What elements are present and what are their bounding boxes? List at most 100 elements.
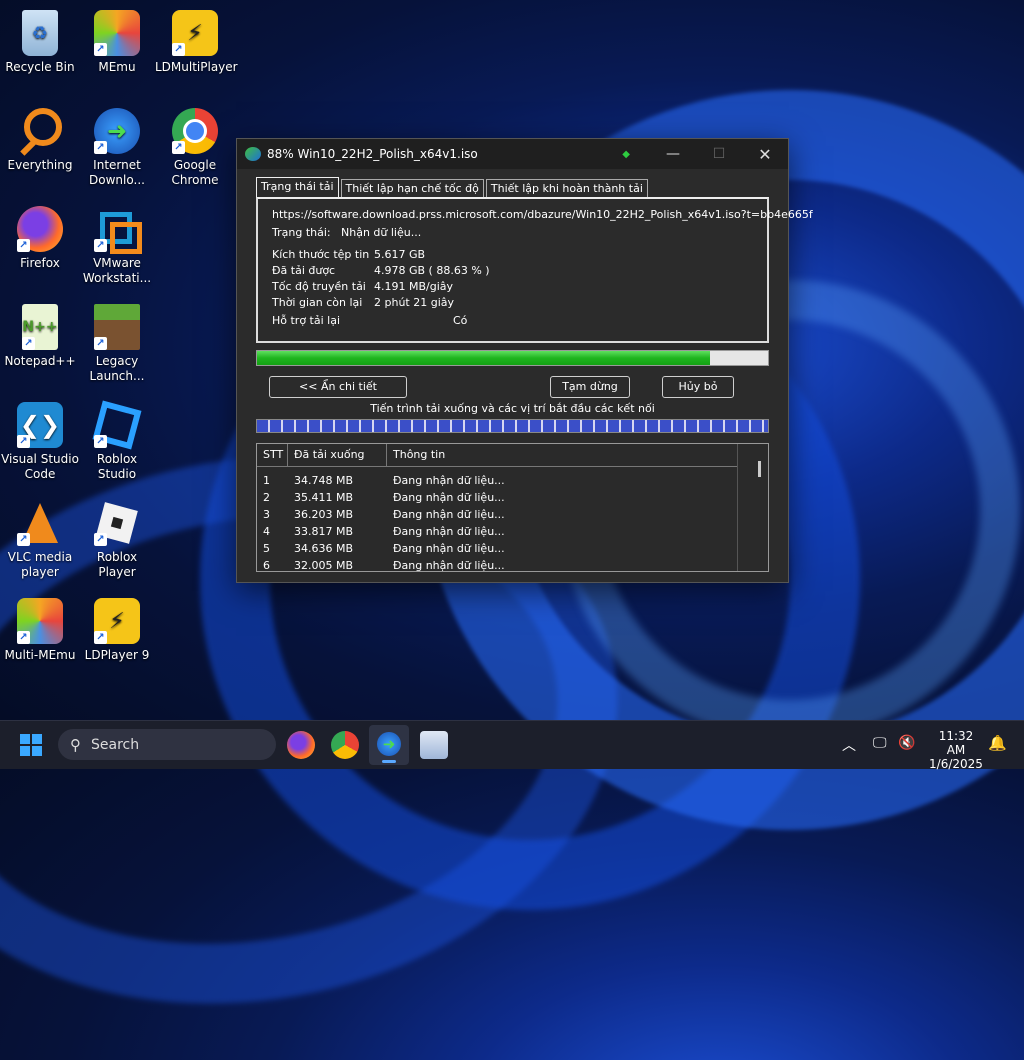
vlc-cone-icon: ↗ <box>17 500 63 546</box>
shortcut-arrow-icon: ↗ <box>17 533 30 546</box>
list-scrollbar[interactable] <box>737 444 768 571</box>
tab-bar: Trạng thái tải Thiết lập hạn chế tốc độ … <box>256 177 650 198</box>
windows-logo-icon <box>32 746 42 756</box>
shortcut-arrow-icon: ↗ <box>17 631 30 644</box>
row-info: Đang nhận dữ liệu... <box>393 474 505 487</box>
desktop-icon-label: Roblox Player <box>96 550 138 579</box>
pause-button[interactable]: Tạm dừng <box>550 376 630 398</box>
minimize-button[interactable]: — <box>650 139 696 169</box>
search-icon: ⚲ <box>70 735 81 754</box>
desktop-icon-label: MEmu <box>98 60 136 74</box>
desktop-icon-multi-memu[interactable]: ↗ Multi-MEmu <box>0 592 80 663</box>
clock-time: 11:32 AM <box>938 729 974 757</box>
shortcut-arrow-icon: ↗ <box>94 141 107 154</box>
desktop-icon-legacy-launcher[interactable]: ↗ Legacy Launch... <box>77 298 157 384</box>
recycle-bin-icon: ♻ <box>22 10 58 56</box>
window-titlebar[interactable]: 88% Win10_22H2_Polish_x64v1.iso ◆ — ☐ ✕ <box>237 139 788 169</box>
scrollbar-thumb[interactable] <box>758 461 761 477</box>
row-index: 3 <box>263 508 270 521</box>
desktop-icon-internet-download-manager[interactable]: ➜ ↗ Internet Downlo... <box>77 102 157 188</box>
ldmultiplayer-icon: ⚡ ↗ <box>172 10 218 56</box>
hide-details-button[interactable]: << Ẩn chi tiết <box>269 376 407 398</box>
shortcut-arrow-icon: ↗ <box>22 337 35 350</box>
desktop-icon-vlc[interactable]: ↗ VLC media player <box>0 494 80 580</box>
shortcut-arrow-icon: ↗ <box>17 239 30 252</box>
tab-speed-limit[interactable]: Thiết lập hạn chế tốc độ <box>340 179 484 198</box>
file-size-label: Kích thước tệp tin <box>272 248 370 261</box>
transfer-rate-value: 4.191 MB/giây <box>374 280 454 293</box>
shortcut-arrow-icon: ↗ <box>172 141 185 154</box>
desktop-icon-label: Notepad++ <box>4 354 76 368</box>
column-header-downloaded[interactable]: Đã tải xuống <box>288 444 387 466</box>
desktop-icon-roblox-studio[interactable]: ↗ Roblox Studio <box>77 396 157 482</box>
desktop-icon-label: LDMultiPlayer <box>155 60 238 74</box>
start-button[interactable] <box>20 734 42 756</box>
desktop-icon-vmware[interactable]: ↗ VMware Workstati... <box>77 200 157 286</box>
desktop-icon-label: Everything <box>7 158 73 172</box>
desktop-icon-label: Recycle Bin <box>5 60 75 74</box>
row-index: 2 <box>263 491 270 504</box>
desktop-icon-label: Google Chrome <box>171 158 219 187</box>
roblox-studio-icon: ↗ <box>92 400 142 450</box>
list-item[interactable]: 2 35.411 MB Đang nhận dữ liệu... <box>257 489 768 506</box>
idm-app-icon <box>245 147 261 161</box>
desktop-icon-memu[interactable]: ↗ MEmu <box>77 4 157 75</box>
list-item[interactable]: 6 32.005 MB Đang nhận dữ liệu... <box>257 557 768 571</box>
taskbar-idm-button[interactable]: ➜ <box>369 725 409 765</box>
taskbar-chrome-icon[interactable] <box>331 731 359 759</box>
column-header-index[interactable]: STT <box>257 444 288 466</box>
maximize-button[interactable]: ☐ <box>696 139 742 169</box>
desktop-icon-recycle-bin[interactable]: ♻ Recycle Bin <box>0 4 80 75</box>
idm-icon: ➜ ↗ <box>94 108 140 154</box>
list-item[interactable]: 4 33.817 MB Đang nhận dữ liệu... <box>257 523 768 540</box>
desktop-icon-notepad-plus-plus[interactable]: N++ ↗ Notepad++ <box>0 298 80 369</box>
desktop-icon-label: VLC media player <box>7 550 73 579</box>
cancel-button[interactable]: Hủy bỏ <box>662 376 734 398</box>
tab-on-completion[interactable]: Thiết lập khi hoàn thành tải <box>485 179 648 198</box>
shortcut-arrow-icon: ↗ <box>94 43 107 56</box>
taskbar-app-icon[interactable] <box>420 731 448 759</box>
vscode-icon: ❮❯ ↗ <box>17 402 63 448</box>
row-downloaded: 36.203 MB <box>294 508 354 521</box>
desktop-icon-google-chrome[interactable]: ↗ Google Chrome <box>155 102 235 188</box>
time-left-label: Thời gian còn lại <box>272 296 363 309</box>
windows-logo-icon <box>20 734 30 744</box>
download-progress-bar <box>256 350 769 366</box>
desktop-icon-ldplayer-9[interactable]: ⚡ ↗ LDPlayer 9 <box>77 592 157 663</box>
tab-download-status[interactable]: Trạng thái tải <box>256 177 339 198</box>
downloaded-label: Đã tải được <box>272 264 336 277</box>
row-downloaded: 34.748 MB <box>294 474 354 487</box>
idm-icon: ➜ <box>377 732 401 756</box>
connections-list[interactable]: STT Đã tải xuống Thông tin 1 34.748 MB Đ… <box>256 443 769 572</box>
desktop-icon-firefox[interactable]: ↗ Firefox <box>0 200 80 271</box>
windows-logo-icon <box>32 734 42 744</box>
desktop-icon-ldmultiplayer[interactable]: ⚡ ↗ LDMultiPlayer <box>155 4 238 75</box>
desktop-icon-vscode[interactable]: ❮❯ ↗ Visual Studio Code <box>0 396 80 482</box>
list-item[interactable]: 3 36.203 MB Đang nhận dữ liệu... <box>257 506 768 523</box>
desktop-icon-label: LDPlayer 9 <box>84 648 150 662</box>
windows-logo-icon <box>20 746 30 756</box>
row-info: Đang nhận dữ liệu... <box>393 525 505 538</box>
close-button[interactable]: ✕ <box>742 139 788 169</box>
status-panel: https://software.download.prss.microsoft… <box>256 197 813 343</box>
notepad-plus-plus-icon: N++ ↗ <box>22 304 58 350</box>
active-indicator <box>382 760 396 763</box>
list-header: STT Đã tải xuống Thông tin <box>257 444 768 467</box>
shortcut-arrow-icon: ↗ <box>94 435 107 448</box>
notification-bell-icon[interactable]: 🔔 <box>988 734 1007 752</box>
download-progress-window: 88% Win10_22H2_Polish_x64v1.iso ◆ — ☐ ✕ … <box>236 138 813 583</box>
speed-indicator-icon: ◆ <box>622 148 630 160</box>
taskbar-search-box[interactable]: ⚲ Search <box>58 729 276 760</box>
taskbar-clock[interactable]: 11:32 AM 1/6/2025 <box>928 729 984 771</box>
list-item[interactable]: 5 34.636 MB Đang nhận dữ liệu... <box>257 540 768 557</box>
taskbar-firefox-icon[interactable] <box>287 731 315 759</box>
volume-muted-icon[interactable]: 🔇 <box>898 735 915 751</box>
show-hidden-icons-chevron-icon[interactable]: ︿ <box>842 735 856 755</box>
row-downloaded: 33.817 MB <box>294 525 354 538</box>
desktop-icon-label: Multi-MEmu <box>4 648 76 662</box>
network-icon[interactable]: 🖵 <box>873 735 887 751</box>
desktop-icon-roblox-player[interactable]: ↗ Roblox Player <box>77 494 157 580</box>
list-item[interactable]: 1 34.748 MB Đang nhận dữ liệu... <box>257 472 768 489</box>
desktop-icon-everything[interactable]: Everything <box>0 102 80 173</box>
column-header-info[interactable]: Thông tin <box>387 444 738 466</box>
